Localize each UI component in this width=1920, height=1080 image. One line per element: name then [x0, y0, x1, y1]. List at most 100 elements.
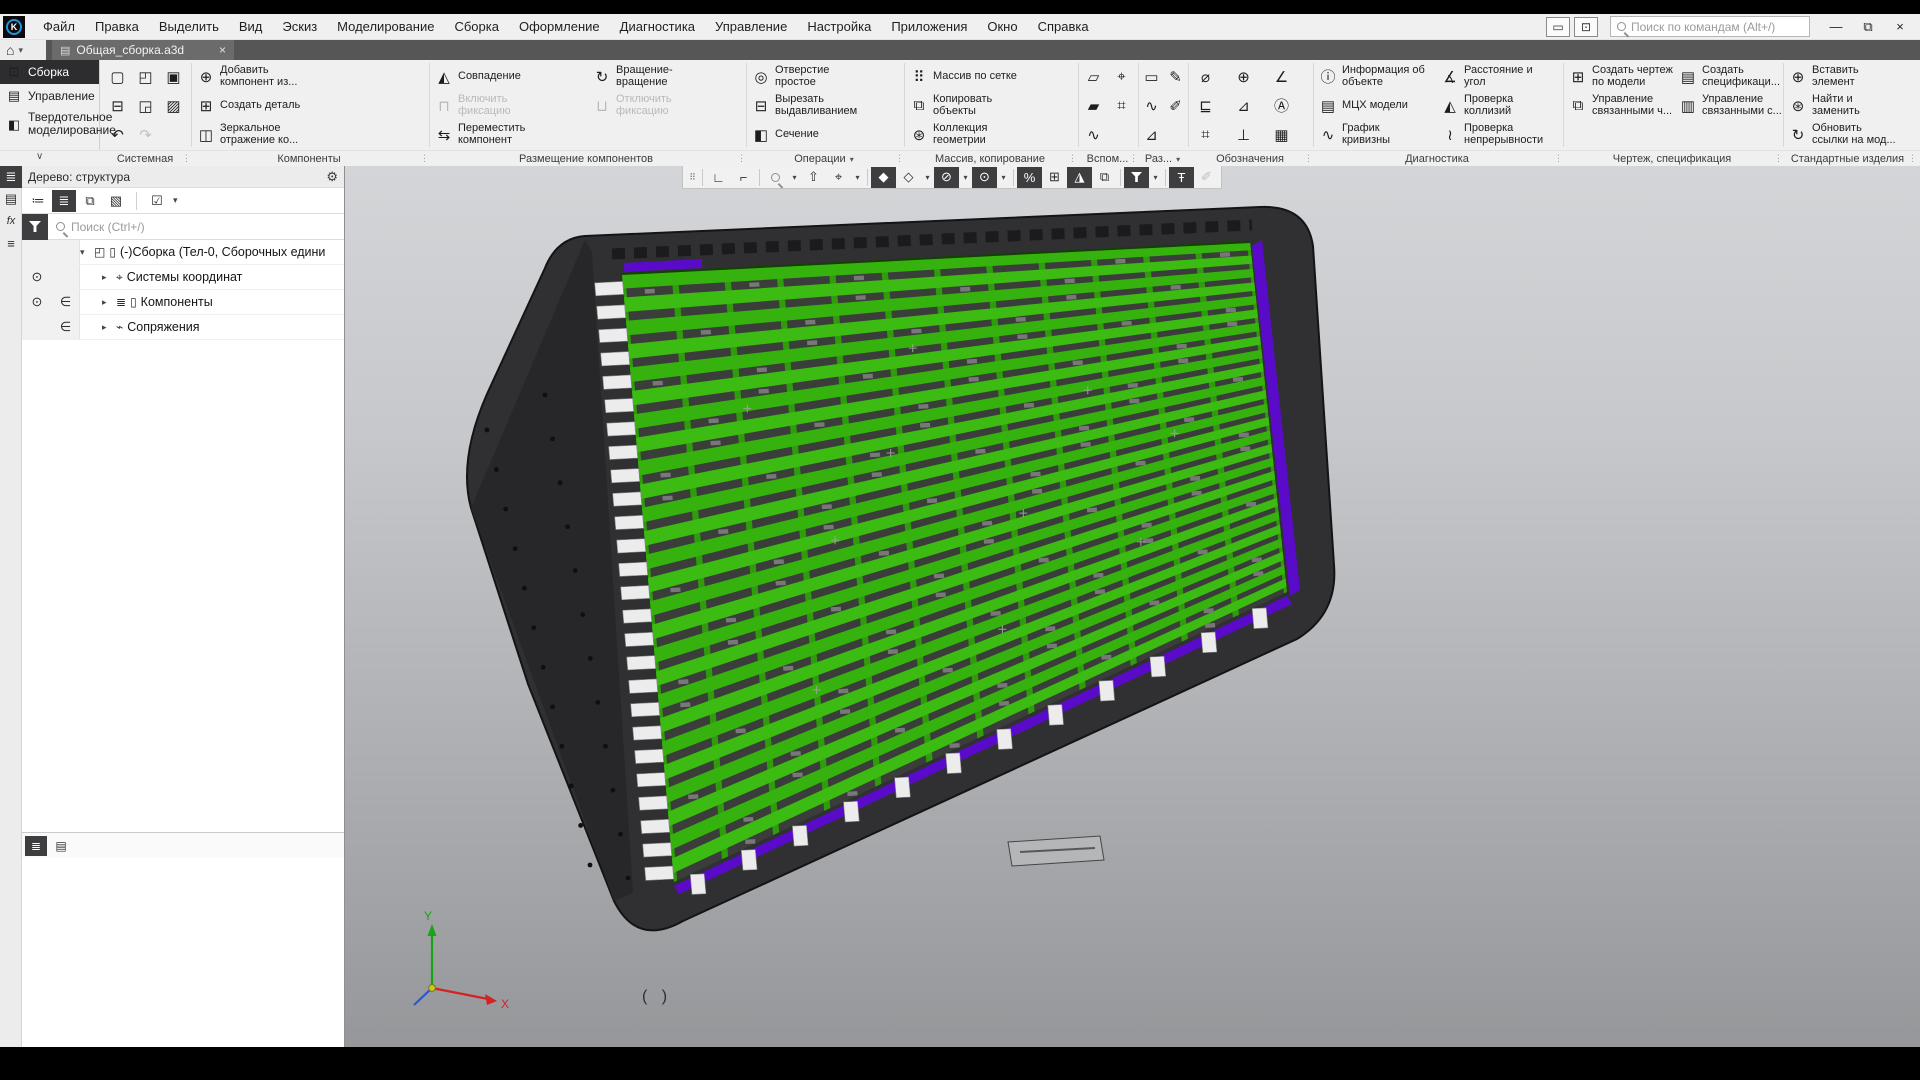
copy-objects-button[interactable]: ⧉Копироватьобъекты: [906, 92, 992, 119]
assembly-3d-model[interactable]: YX: [345, 166, 1920, 1047]
group-handle-icon[interactable]: ⋮: [737, 153, 745, 164]
tree-row-root[interactable]: ▾ ◰ ▯ (-)Сборка (Тел-0, Сборочных едини: [22, 240, 344, 265]
filter-dropdown-icon[interactable]: ▾: [1149, 167, 1162, 188]
menu-modeling[interactable]: Моделирование: [327, 14, 444, 39]
save-icon[interactable]: ▣: [160, 63, 187, 90]
sym-leader-icon[interactable]: ∠: [1268, 63, 1295, 90]
tab-document[interactable]: ▤ Общая_сборка.a3d ×: [52, 40, 234, 60]
group-handle-icon[interactable]: ⋮: [1129, 153, 1137, 164]
local-frame-button[interactable]: ⌐: [731, 167, 756, 188]
disable-fixation-button[interactable]: ⊔Отключитьфиксацию: [589, 92, 672, 119]
menu-window[interactable]: Окно: [977, 14, 1027, 39]
group-handle-icon[interactable]: ⋮: [1304, 153, 1312, 164]
eye-cell[interactable]: ⊙: [22, 290, 52, 314]
sym-label-icon[interactable]: ⊑: [1192, 92, 1219, 119]
sym-hatch-icon[interactable]: ⌗: [1192, 121, 1219, 148]
group-handle-icon[interactable]: ⋮: [895, 153, 903, 164]
window-layout-icon[interactable]: ▭: [1546, 17, 1570, 37]
group-handle-icon[interactable]: ⋮: [1068, 153, 1076, 164]
menu-select[interactable]: Выделить: [149, 14, 229, 39]
command-search-input[interactable]: [1631, 20, 1803, 34]
home-icon[interactable]: ⌂: [6, 42, 14, 58]
tree-row-mates[interactable]: ∈ ▸ ⌁ Сопряжения: [22, 315, 344, 340]
tab-close-icon[interactable]: ×: [219, 43, 226, 57]
grid-array-button[interactable]: ⠿Массив по сетке: [906, 63, 1017, 90]
aux-spline-icon[interactable]: ∿: [1080, 121, 1107, 148]
menu-sketch[interactable]: Эскиз: [272, 14, 327, 39]
shaded-view-button[interactable]: ◆: [871, 167, 896, 188]
menu-assembly[interactable]: Сборка: [444, 14, 509, 39]
restore-button[interactable]: ⧉: [1854, 16, 1882, 38]
insert-element-button[interactable]: ⊕Вставитьэлемент: [1785, 63, 1859, 90]
hide-objects-button[interactable]: ⊘: [934, 167, 959, 188]
raz-contour-icon[interactable]: ▭: [1138, 63, 1165, 90]
panel-tab-structure[interactable]: ≣: [25, 836, 47, 856]
parameters-panel-icon[interactable]: ▤: [0, 188, 22, 210]
ribbon-tab-solid-modeling[interactable]: ◧ Твердотельноемоделирование: [0, 107, 99, 141]
eye-cell[interactable]: ⊙: [22, 265, 52, 289]
collision-check-button[interactable]: ◭Проверкаколлизий: [1437, 92, 1513, 119]
axes-dropdown-icon[interactable]: ▾: [851, 167, 864, 188]
grid-display-button[interactable]: ⊞: [1042, 167, 1067, 188]
copy-section-button[interactable]: ⧉: [1092, 167, 1117, 188]
tree-selection-icon[interactable]: ▧: [104, 190, 128, 212]
menu-applications[interactable]: Приложения: [881, 14, 977, 39]
distance-angle-button[interactable]: ∡Расстояние иугол: [1437, 63, 1533, 90]
sym-frame-icon[interactable]: Ⓐ: [1268, 92, 1295, 119]
simple-hole-button[interactable]: ◎Отверстиепростое: [748, 63, 829, 90]
move-component-button[interactable]: ⇆Переместитькомпонент: [431, 121, 525, 148]
enable-fixation-button[interactable]: ⊓Включитьфиксацию: [431, 92, 510, 119]
group-handle-icon[interactable]: ⋮: [1554, 153, 1562, 164]
pin-cell[interactable]: ∈: [52, 290, 80, 314]
cut-extrude-button[interactable]: ⊟Вырезатьвыдавливанием: [748, 92, 857, 119]
menu-edit[interactable]: Правка: [85, 14, 149, 39]
find-replace-button[interactable]: ⊛Найти изаменить: [1785, 92, 1860, 119]
add-component-button[interactable]: ⊕Добавитькомпонент из...: [193, 63, 297, 90]
group-handle-icon[interactable]: ⋮: [1774, 153, 1782, 164]
ribbon-tab-management[interactable]: ▤ Управление: [0, 84, 99, 107]
preview-icon[interactable]: ◲: [132, 92, 159, 119]
mass-properties-button[interactable]: ▤МЦХ модели: [1315, 92, 1408, 119]
panel-menu-icon[interactable]: ≡: [0, 232, 22, 254]
sym-diameter-icon[interactable]: ⌀: [1192, 63, 1219, 90]
update-links-button[interactable]: ↻Обновитьссылки на мод...: [1785, 121, 1896, 148]
checklist-dropdown-icon[interactable]: ▾: [173, 195, 178, 206]
tree-row-coordinate-systems[interactable]: ⊙ ▸ ⌖ Системы координат: [22, 265, 344, 290]
zoom-dropdown-icon[interactable]: ▾: [788, 167, 801, 188]
ribbon-tab-assembly[interactable]: ⊡ Сборка: [0, 60, 99, 84]
hide-dropdown-icon[interactable]: ▾: [959, 167, 972, 188]
expander-open-icon[interactable]: ▾: [80, 247, 90, 258]
open-document-icon[interactable]: ◰: [132, 63, 159, 90]
tree-panel-icon[interactable]: ≣: [0, 166, 22, 188]
aux-point-icon[interactable]: ⌖: [1108, 63, 1135, 90]
raz-pencil2-icon[interactable]: ✐: [1162, 92, 1189, 119]
drag-handle-icon[interactable]: ⠿: [685, 172, 699, 183]
show-only-button[interactable]: ⊙: [972, 167, 997, 188]
raz-pencil-icon[interactable]: ✎: [1162, 63, 1189, 90]
group-handle-icon[interactable]: ⋮: [182, 153, 190, 164]
tree-row-components[interactable]: ⊙ ∈ ▸ ≣ ▯ Компоненты: [22, 290, 344, 315]
filter-button[interactable]: [22, 214, 48, 240]
group-handle-icon[interactable]: ⋮: [420, 153, 428, 164]
section-button[interactable]: ◧Сечение: [748, 121, 819, 148]
menu-file[interactable]: Файл: [33, 14, 85, 39]
redo-icon[interactable]: ↷: [132, 121, 159, 148]
minimize-button[interactable]: —: [1822, 16, 1850, 38]
rotation-rotation-button[interactable]: ↻Вращение-вращение: [589, 63, 673, 90]
sym-datum-icon[interactable]: ⊿: [1230, 92, 1257, 119]
eyedropper-button[interactable]: ✐: [1194, 167, 1219, 188]
tree-search-input[interactable]: [65, 220, 344, 234]
new-document-icon[interactable]: ▢: [104, 63, 131, 90]
sym-perp-icon[interactable]: ⊥: [1230, 121, 1257, 148]
zoom-tool-button[interactable]: [763, 167, 788, 188]
expander-closed-icon[interactable]: ▸: [102, 272, 112, 283]
home-dropdown-icon[interactable]: ▾: [18, 45, 23, 56]
geometry-collection-button[interactable]: ⊛Коллекциягеометрии: [906, 121, 987, 148]
razm-dropdown-icon[interactable]: ▾: [1176, 155, 1180, 164]
curvature-graph-button[interactable]: ∿Графиккривизны: [1315, 121, 1390, 148]
aux-plane2-icon[interactable]: ▰: [1080, 92, 1107, 119]
orientation-button[interactable]: ⇧: [801, 167, 826, 188]
screen-mode-icon[interactable]: ⊡: [1574, 17, 1598, 37]
sym-target-icon[interactable]: ⊕: [1230, 63, 1257, 90]
tree-numbered-icon[interactable]: ≔: [26, 190, 50, 212]
